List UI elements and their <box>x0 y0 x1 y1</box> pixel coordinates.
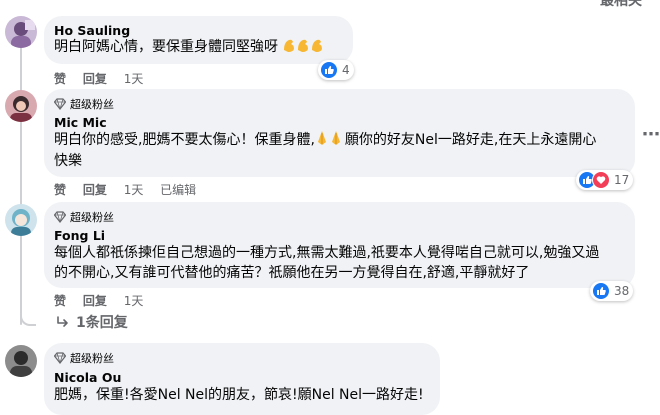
comment-bubble: 超级粉丝 Nicola Ou 肥媽，保重!各愛Nel Nel的朋友，節哀!願Ne… <box>44 343 440 415</box>
avatar[interactable] <box>5 90 37 122</box>
comment-timestamp[interactable]: 1天 <box>124 72 144 86</box>
reply-link[interactable]: 回复 <box>83 294 107 308</box>
folded-hands-icon <box>315 130 345 153</box>
like-reaction-icon <box>320 61 338 79</box>
reaction-count: 4 <box>342 63 350 77</box>
sort-dropdown-label[interactable]: 最相关 <box>600 0 642 10</box>
comment-text: 明白阿媽心情，要保重身體同堅強呀 <box>54 37 324 60</box>
commenter-name[interactable]: Mic Mic <box>54 115 107 130</box>
reaction-count: 38 <box>614 284 630 298</box>
love-reaction-icon <box>592 171 610 189</box>
thread-connector-line <box>20 40 22 325</box>
reply-link[interactable]: 回复 <box>83 183 107 197</box>
comment-timestamp[interactable]: 1天 <box>124 294 144 308</box>
top-fan-badge[interactable]: 超级粉丝 <box>54 350 114 366</box>
like-link[interactable]: 赞 <box>54 294 66 308</box>
reaction-summary[interactable]: 38 <box>590 281 634 301</box>
like-link[interactable]: 赞 <box>54 183 66 197</box>
comment-bubble: 超级粉丝 Mic Mic 明白你的感受,肥媽不要太傷心！保重身體, 願你的好友N… <box>44 89 635 177</box>
view-replies-link[interactable]: 1条回复 <box>56 312 128 332</box>
reaction-summary[interactable]: 17 <box>576 170 634 190</box>
thread-connector-hook <box>20 308 36 326</box>
comment-actions: 赞 回复 1天 <box>54 292 156 309</box>
comment-bubble: Ho Sauling 明白阿媽心情，要保重身體同堅強呀 <box>44 16 353 64</box>
top-fan-badge[interactable]: 超级粉丝 <box>54 96 114 112</box>
comment-text-continued: 的不開心,又有誰可代替他的痛苦？祇願他在另一方覺得自在,舒適,平靜就好了 <box>54 265 530 281</box>
reaction-count: 17 <box>614 173 630 187</box>
comment-text: 每個人都祇係揀佢自己想過的一種方式,無需太難過,祇要本人覺得啱自己就可以,勉強又… <box>54 245 600 261</box>
comment-bubble: 超级粉丝 Fong Li 每個人都祇係揀佢自己想過的一種方式,無需太難過,祇要本… <box>44 202 635 288</box>
comment-text: 明白你的感受,肥媽不要太傷心！保重身體, 願你的好友Nel一路好走,在天上永遠開… <box>54 130 596 153</box>
flexed-biceps-icon <box>282 37 324 60</box>
comment-timestamp[interactable]: 1天 <box>124 183 144 197</box>
reply-arrow-icon <box>57 316 68 327</box>
commenter-name[interactable]: Ho Sauling <box>54 23 130 38</box>
commenter-name[interactable]: Fong Li <box>54 228 105 243</box>
like-reaction-icon <box>592 282 610 300</box>
diamond-icon <box>54 211 66 223</box>
diamond-icon <box>54 98 66 110</box>
avatar[interactable] <box>5 345 37 377</box>
top-fan-badge[interactable]: 超级粉丝 <box>54 209 114 225</box>
comment-text-continued: 快樂 <box>54 153 82 169</box>
avatar[interactable] <box>5 16 37 48</box>
edited-label[interactable]: 已编辑 <box>160 183 196 197</box>
commenter-name[interactable]: Nicola Ou <box>54 370 121 385</box>
comment-actions: 赞 回复 1天 已编辑 <box>54 181 209 198</box>
like-link[interactable]: 赞 <box>54 72 66 86</box>
comment-actions: 赞 回复 1天 <box>54 70 156 87</box>
more-options-icon[interactable]: ⋯ <box>642 124 660 145</box>
reply-link[interactable]: 回复 <box>83 72 107 86</box>
comment-text: 肥媽，保重!各愛Nel Nel的朋友，節哀!願Nel Nel一路好走! <box>54 387 424 403</box>
reaction-summary[interactable]: 4 <box>318 60 354 80</box>
avatar[interactable] <box>5 204 37 236</box>
diamond-icon <box>54 352 66 364</box>
